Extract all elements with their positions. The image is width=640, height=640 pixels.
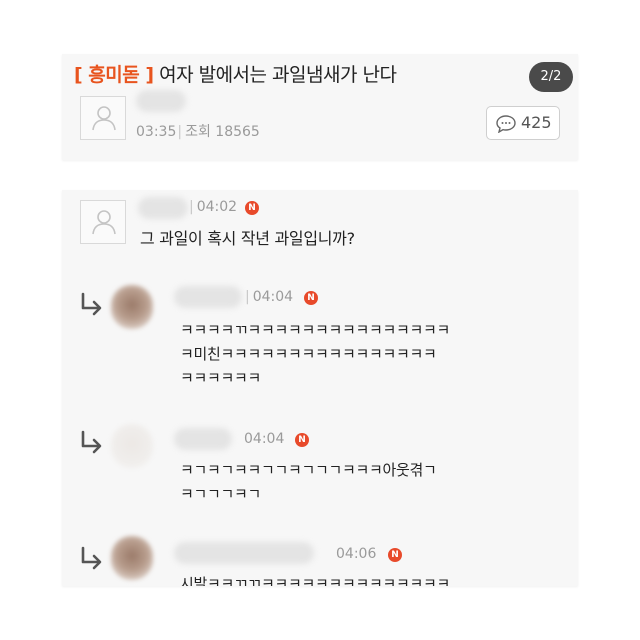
post-header: [ 흥미돋 ] 여자 발에서는 과일냄새가 난다 2/2 03:35| 조회 18… — [62, 54, 578, 160]
comment-count: 425 — [521, 113, 552, 132]
comment-time: 04:04 — [252, 289, 294, 305]
commenter-avatar[interactable] — [111, 424, 153, 468]
author-avatar[interactable] — [80, 96, 126, 140]
reply-arrow-icon — [81, 546, 102, 570]
user-icon — [92, 210, 116, 235]
comment-time: 04:02 — [196, 199, 238, 215]
commenter-name-blurred — [174, 428, 232, 450]
user-icon — [92, 106, 116, 131]
new-badge: N — [304, 291, 318, 305]
new-badge: N — [245, 201, 259, 215]
commenter-name-blurred — [138, 197, 188, 219]
comment-meta: | 04:04 — [245, 289, 294, 305]
comment-time: 04:04 — [244, 431, 285, 447]
comment-text: 시발ㅋㅋㄲㄲㅋㅋㅋㅋㅋㅋㅋㅋㅋㅋㅋㅋㅋㅋ — [180, 575, 451, 586]
post-title: [ 흥미돋 ] 여자 발에서는 과일냄새가 난다 — [74, 60, 397, 87]
comment-text: ㅋㅋㅋㅋㄲㅋㅋㅋㅋㅋㅋㅋㅋㅋㅋㅋㅋㅋㅋㅋ ㅋ미친ㅋㅋㅋㅋㅋㅋㅋㅋㅋㅋㅋㅋㅋㅋㅋㅋ… — [180, 321, 451, 387]
reply-arrow-icon — [81, 292, 102, 316]
post-meta: 03:35| 조회 18565 — [136, 124, 260, 140]
commenter-avatar[interactable] — [111, 536, 153, 580]
commenter-avatar[interactable] — [111, 285, 153, 329]
commenter-name-blurred — [174, 286, 242, 308]
speech-bubble-icon — [496, 115, 516, 133]
post-category[interactable]: [ 흥미돋 ] — [74, 64, 154, 86]
comment-time: 04:06 — [336, 546, 377, 562]
comment-meta: 04:04 — [244, 431, 284, 447]
post-time: 03:35 — [136, 124, 177, 140]
reply-arrow-icon — [81, 430, 102, 454]
comment-count-button[interactable]: 425 — [486, 106, 560, 140]
comment-meta: 04:06 — [336, 546, 376, 562]
post-title-text: 여자 발에서는 과일냄새가 난다 — [159, 64, 397, 86]
new-badge: N — [388, 548, 402, 562]
commenter-name-blurred — [174, 542, 314, 564]
comment-text: ㅋㄱㅋㄱㅋㅋㄱㄱㅋㄱㄱㄱㅋㅋㅋ아웃겪ㄱ ㅋㄱㄱㄱㅋㄱ — [180, 461, 437, 503]
commenter-avatar[interactable] — [80, 200, 126, 244]
views-label: 조회 — [185, 124, 211, 140]
views-count: 18565 — [215, 124, 260, 140]
new-badge: N — [295, 433, 309, 447]
page-indicator: 2/2 — [529, 62, 573, 92]
comment-list: | 04:02 N 그 과일이 혹시 작년 과일입니까? | 04:04 N ㅋㅋㅋ… — [62, 190, 578, 586]
comment-meta: | 04:02 — [189, 199, 238, 215]
author-name-blurred — [136, 90, 186, 112]
comment-text: 그 과일이 혹시 작년 과일입니까? — [140, 229, 355, 248]
